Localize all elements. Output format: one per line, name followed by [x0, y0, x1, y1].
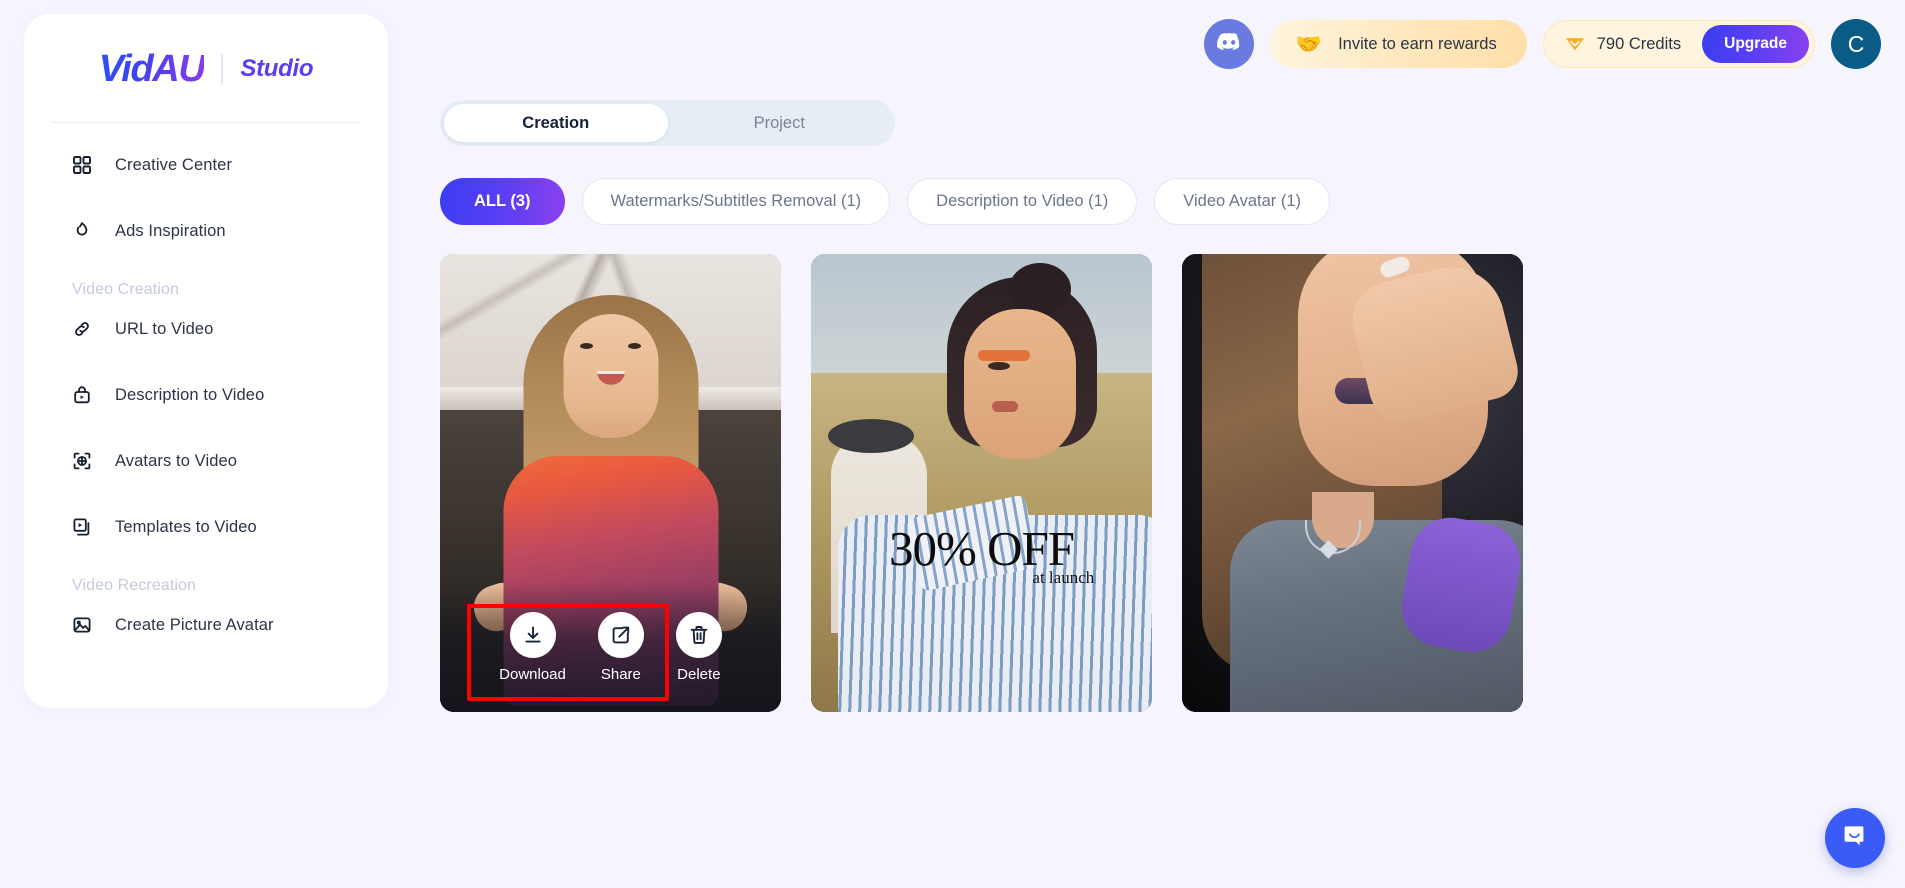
sidebar: VidAU Studio Creative Center Ads Inspira… [24, 14, 388, 708]
filter-chip-watermarks-subtitles-removal[interactable]: Watermarks/Subtitles Removal (1) [581, 178, 891, 225]
logo-divider [221, 54, 224, 84]
sidebar-item-label: Ads Inspiration [115, 221, 226, 240]
sidebar-item-label: Create Picture Avatar [115, 615, 274, 634]
card-action-bar: Download Share Delete [440, 582, 781, 712]
link-icon [71, 318, 93, 340]
sidebar-item-label: URL to Video [115, 319, 214, 338]
share-button[interactable]: Share [597, 611, 644, 683]
thumb-shape [580, 343, 594, 350]
action-label: Share [600, 665, 641, 683]
product-name: Studio [240, 55, 314, 82]
download-icon [509, 611, 556, 658]
video-card-grid: Download Share Delete 30% OFF at launch [440, 254, 1523, 712]
thumb-shape [1008, 263, 1071, 316]
sidebar-item-create-picture-avatar[interactable]: Create Picture Avatar [48, 603, 364, 647]
video-thumbnail: 30% OFF at launch [811, 254, 1152, 712]
video-card[interactable] [1182, 254, 1523, 712]
thumb-shape [978, 350, 1031, 362]
video-card[interactable]: Download Share Delete [440, 254, 781, 712]
sidebar-item-label: Creative Center [115, 155, 233, 174]
brand-logo[interactable]: VidAU Studio [24, 14, 388, 114]
sidebar-item-label: Avatars to Video [115, 451, 238, 470]
filter-chip-all[interactable]: ALL (3) [440, 178, 565, 225]
main-content: Creation Project ALL (3) Watermarks/Subt… [440, 0, 1905, 888]
creation-project-tabs: Creation Project [440, 100, 895, 146]
video-thumbnail [1182, 254, 1523, 712]
trash-icon [675, 611, 722, 658]
logo-wordmark: VidAU [98, 48, 206, 90]
thumb-shape [964, 308, 1077, 459]
templates-icon [71, 516, 93, 538]
thumb-shape [991, 400, 1018, 412]
sidebar-section-video-recreation: Video Recreation [72, 577, 197, 594]
thumb-shape [828, 418, 915, 453]
thumb-shape [988, 361, 1011, 370]
grid-icon [71, 154, 93, 176]
chat-launcher-button[interactable] [1825, 808, 1885, 868]
action-label: Delete [677, 665, 721, 683]
sidebar-item-avatars-to-video[interactable]: Avatars to Video [48, 439, 364, 483]
filter-chip-description-to-video[interactable]: Description to Video (1) [907, 178, 1138, 225]
action-label: Download [499, 665, 566, 683]
sidebar-item-templates-to-video[interactable]: Templates to Video [48, 505, 364, 549]
thumbnail-subline: at launch [1032, 567, 1095, 587]
sidebar-item-description-to-video[interactable]: Description to Video [48, 373, 364, 417]
video-bag-icon [71, 384, 93, 406]
image-icon [71, 614, 93, 636]
chat-bubble-icon [1840, 821, 1870, 856]
tab-project[interactable]: Project [668, 104, 892, 142]
sidebar-item-creative-center[interactable]: Creative Center [48, 143, 364, 187]
avatar-target-icon [71, 450, 93, 472]
filter-chip-row: ALL (3) Watermarks/Subtitles Removal (1)… [440, 178, 1330, 225]
sidebar-item-label: Description to Video [115, 385, 265, 404]
sidebar-item-label: Templates to Video [115, 517, 257, 536]
sidebar-item-url-to-video[interactable]: URL to Video [48, 307, 364, 351]
video-card[interactable]: 30% OFF at launch [811, 254, 1152, 712]
delete-button[interactable]: Delete [675, 611, 722, 683]
tab-creation[interactable]: Creation [444, 104, 668, 142]
flame-icon [71, 220, 93, 242]
share-icon [597, 611, 644, 658]
filter-chip-video-avatar[interactable]: Video Avatar (1) [1154, 178, 1330, 225]
sidebar-nav: Creative Center Ads Inspiration Video Cr… [24, 123, 388, 647]
download-button[interactable]: Download [499, 611, 566, 683]
sidebar-section-video-creation: Video Creation [72, 281, 179, 298]
sidebar-item-ads-inspiration[interactable]: Ads Inspiration [48, 209, 364, 253]
